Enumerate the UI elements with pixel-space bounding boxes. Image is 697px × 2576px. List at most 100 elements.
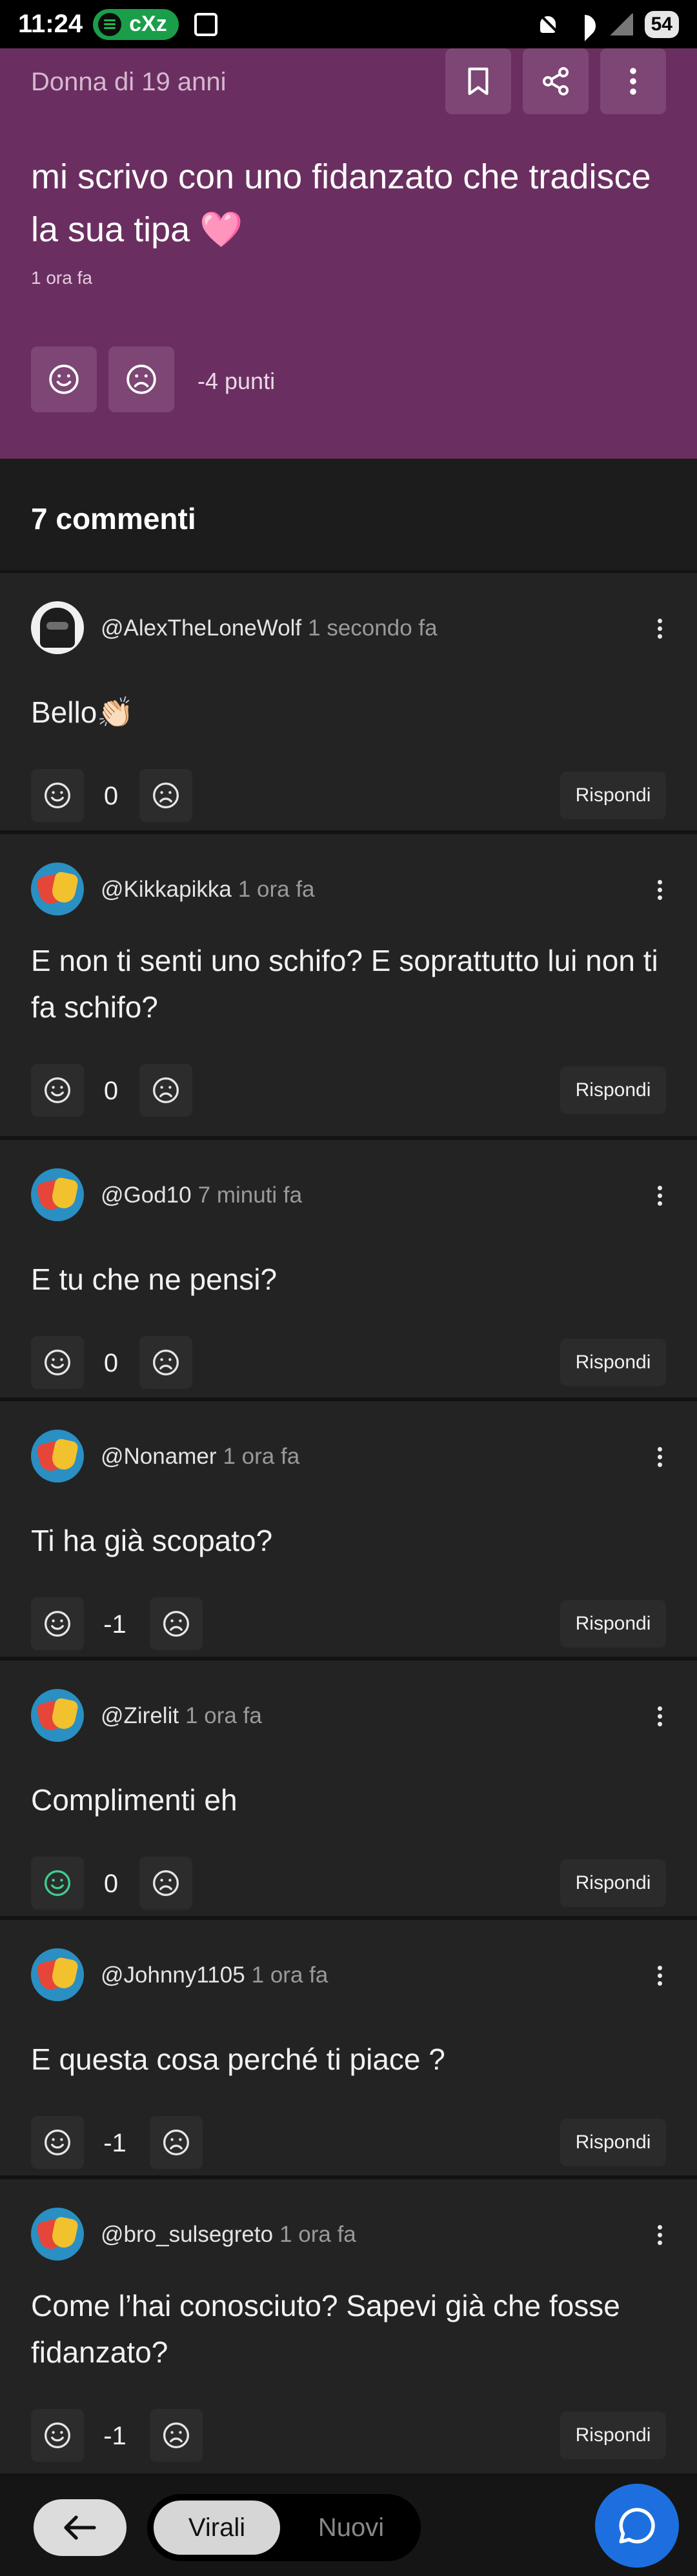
reply-button[interactable]: Rispondi <box>560 772 666 819</box>
comment-downvote-button[interactable] <box>150 2409 203 2462</box>
comment-meta: @God10 7 minuti fa <box>101 1183 302 1208</box>
comment-downvote-button[interactable] <box>150 2116 203 2169</box>
post-card: Donna di 19 anni mi scrivo con uno fidan… <box>0 48 697 459</box>
comment-card: @God10 7 minuti fa E tu che ne pensi? 0 R… <box>0 1140 697 1401</box>
comment-score: 0 <box>103 1077 119 1105</box>
comment-username[interactable]: @Zirelit <box>101 1703 179 1728</box>
smile-icon <box>45 1870 70 1896</box>
comment-upvote-button[interactable] <box>31 2409 84 2462</box>
comment-text: Ti ha già scopato? <box>31 1524 273 1557</box>
comment-downvote-button[interactable] <box>139 1064 192 1117</box>
post-upvote-button[interactable] <box>31 346 97 412</box>
post-downvote-button[interactable] <box>108 346 174 412</box>
reply-button[interactable]: Rispondi <box>560 1066 666 1114</box>
avatar[interactable] <box>31 1430 84 1483</box>
comment-meta: @Nonamer 1 ora fa <box>101 1444 299 1470</box>
comment-meta: @bro_sulsegreto 1 ora fa <box>101 2222 356 2248</box>
share-icon <box>543 67 569 95</box>
comment-upvote-button[interactable] <box>31 1336 84 1389</box>
avatar[interactable] <box>31 1168 84 1221</box>
spotify-badge[interactable]: cXz <box>93 8 179 40</box>
comment-score: 0 <box>103 1349 119 1377</box>
comment-time: 1 ora fa <box>223 1444 300 1469</box>
smile-icon <box>45 1611 70 1637</box>
reply-button[interactable]: Rispondi <box>560 2119 666 2166</box>
comment-score: -1 <box>103 1610 126 1639</box>
smile-icon <box>45 2422 70 2448</box>
comment-text: Bello👏🏻 <box>31 695 134 729</box>
comment-time: 1 ora fa <box>279 2222 356 2247</box>
smile-icon <box>45 1350 70 1375</box>
comment-downvote-button[interactable] <box>139 769 192 822</box>
frown-icon <box>153 1077 179 1103</box>
comment-username[interactable]: @Kikkapikka <box>101 877 232 902</box>
avatar[interactable] <box>31 1948 84 2001</box>
screenshot-icon <box>194 12 217 36</box>
comment-upvote-button[interactable] <box>31 2116 84 2169</box>
bookmark-button[interactable] <box>445 48 511 114</box>
frown-icon <box>153 1870 179 1896</box>
comment-downvote-button[interactable] <box>150 1597 203 1650</box>
comment-more-button[interactable] <box>641 2215 678 2254</box>
comment-more-button[interactable] <box>641 1697 678 1735</box>
spotify-icon <box>98 12 122 36</box>
spotify-badge-label: cXz <box>129 12 167 36</box>
frown-icon <box>163 1611 189 1637</box>
comment-card: @Johnny1105 1 ora fa E questa cosa perché… <box>0 1920 697 2179</box>
comment-card: @Zirelit 1 ora fa Complimenti eh 0 Rispon… <box>0 1661 697 1920</box>
comment-username[interactable]: @God10 <box>101 1183 192 1208</box>
comment-more-button[interactable] <box>641 1176 678 1215</box>
comment-card: @Nonamer 1 ora fa Ti ha già scopato? -1 R… <box>0 1401 697 1661</box>
comment-more-button[interactable] <box>641 870 678 909</box>
chat-button[interactable] <box>595 2484 679 2568</box>
reply-button[interactable]: Rispondi <box>560 1600 666 1648</box>
comment-text: E tu che ne pensi? <box>31 1263 278 1296</box>
avatar[interactable] <box>31 2208 84 2261</box>
comment-more-button[interactable] <box>641 1956 678 1995</box>
comment-score: 0 <box>103 1870 119 1898</box>
comment-meta: @Zirelit 1 ora fa <box>101 1703 262 1729</box>
comment-time: 1 ora fa <box>237 877 315 902</box>
reply-button[interactable]: Rispondi <box>560 1859 666 1907</box>
comment-upvote-button[interactable] <box>31 1064 84 1117</box>
post-text: mi scrivo con uno fidanzato che tradisce… <box>31 157 651 249</box>
reply-button[interactable]: Rispondi <box>560 1339 666 1386</box>
comment-meta: @Kikkapikka 1 ora fa <box>101 877 315 903</box>
post-points: -4 punti <box>197 368 276 394</box>
frown-icon <box>163 2422 189 2448</box>
tab-nuovi[interactable]: Nuovi <box>293 2501 409 2555</box>
comment-username[interactable]: @Johnny1105 <box>101 1962 245 1988</box>
comment-upvote-button[interactable] <box>31 1597 84 1650</box>
reply-button[interactable]: Rispondi <box>560 2411 666 2459</box>
comment-username[interactable]: @Nonamer <box>101 1444 216 1469</box>
comments-header: 7 commenti <box>0 459 697 573</box>
status-time: 11:24 <box>18 10 83 38</box>
comment-downvote-button[interactable] <box>139 1857 192 1910</box>
comment-upvote-button[interactable] <box>31 1857 84 1910</box>
status-bar: 11:24 cXz 54 <box>0 0 697 48</box>
arrow-left-icon <box>64 2515 96 2540</box>
avatar[interactable] <box>31 1689 84 1742</box>
avatar[interactable] <box>31 863 84 915</box>
comment-downvote-button[interactable] <box>139 1336 192 1389</box>
share-button[interactable] <box>523 48 589 114</box>
comment-username[interactable]: @AlexTheLoneWolf <box>101 615 301 641</box>
comment-username[interactable]: @bro_sulsegreto <box>101 2222 273 2247</box>
comment-text: Complimenti eh <box>31 1783 237 1817</box>
mute-icon <box>536 14 561 35</box>
comment-card: @bro_sulsegreto 1 ora fa Come l’hai conos… <box>0 2179 697 2477</box>
wifi-icon <box>572 14 597 35</box>
post-author: Donna di 19 anni <box>31 68 227 96</box>
comment-meta: @AlexTheLoneWolf 1 secondo fa <box>101 615 438 641</box>
comment-meta: @Johnny1105 1 ora fa <box>101 1962 328 1988</box>
comment-upvote-button[interactable] <box>31 769 84 822</box>
comment-more-button[interactable] <box>641 1437 678 1476</box>
comment-time: 1 ora fa <box>185 1703 262 1728</box>
tab-virali[interactable]: Virali <box>154 2501 280 2555</box>
post-more-button[interactable] <box>600 48 666 114</box>
comment-card: @Kikkapikka 1 ora fa E non ti senti uno s… <box>0 834 697 1140</box>
frown-icon <box>153 783 179 808</box>
comment-more-button[interactable] <box>641 609 678 648</box>
avatar[interactable] <box>31 601 84 654</box>
back-button[interactable] <box>34 2499 126 2556</box>
